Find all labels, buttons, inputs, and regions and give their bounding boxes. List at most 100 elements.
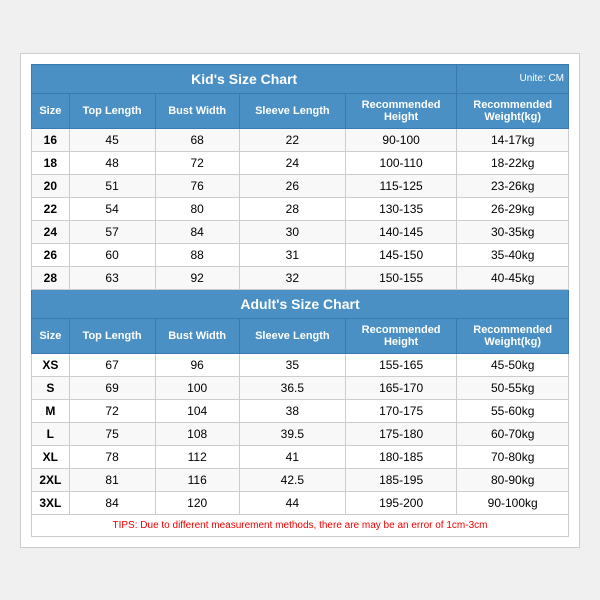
data-cell: 100 (155, 376, 239, 399)
data-cell: 104 (155, 399, 239, 422)
kids-header-rec-weight: RecommendedWeight(kg) (457, 93, 569, 128)
data-cell: 72 (155, 151, 239, 174)
adults-section-header: Adult's Size Chart (32, 289, 569, 318)
data-cell: 115-125 (345, 174, 457, 197)
data-cell: 26 (239, 174, 345, 197)
size-cell: 28 (32, 266, 70, 289)
data-cell: 80 (155, 197, 239, 220)
adults-title: Adult's Size Chart (32, 289, 569, 318)
data-cell: 26-29kg (457, 197, 569, 220)
data-cell: 68 (155, 128, 239, 151)
size-cell: 24 (32, 220, 70, 243)
table-row: 26 60 88 31 145-150 35-40kg (32, 243, 569, 266)
size-cell: 16 (32, 128, 70, 151)
size-cell: L (32, 422, 70, 445)
table-row: 18 48 72 24 100-110 18-22kg (32, 151, 569, 174)
table-row: XL 78 112 41 180-185 70-80kg (32, 445, 569, 468)
table-row: 22 54 80 28 130-135 26-29kg (32, 197, 569, 220)
data-cell: 84 (155, 220, 239, 243)
data-cell: 76 (155, 174, 239, 197)
table-row: M 72 104 38 170-175 55-60kg (32, 399, 569, 422)
data-cell: 22 (239, 128, 345, 151)
size-cell: 2XL (32, 468, 70, 491)
size-chart-table: Kid's Size Chart Unite: CM Size Top Leng… (31, 64, 569, 537)
data-cell: 24 (239, 151, 345, 174)
table-row: XS 67 96 35 155-165 45-50kg (32, 353, 569, 376)
data-cell: 14-17kg (457, 128, 569, 151)
table-row: 28 63 92 32 150-155 40-45kg (32, 266, 569, 289)
size-cell: 22 (32, 197, 70, 220)
data-cell: 57 (69, 220, 155, 243)
data-cell: 41 (239, 445, 345, 468)
data-cell: 31 (239, 243, 345, 266)
table-row: 20 51 76 26 115-125 23-26kg (32, 174, 569, 197)
data-cell: 180-185 (345, 445, 457, 468)
data-cell: 36.5 (239, 376, 345, 399)
chart-container: Kid's Size Chart Unite: CM Size Top Leng… (20, 53, 580, 548)
data-cell: 48 (69, 151, 155, 174)
data-cell: 44 (239, 491, 345, 514)
data-cell: 38 (239, 399, 345, 422)
table-row: 3XL 84 120 44 195-200 90-100kg (32, 491, 569, 514)
adults-header-sleeve-length: Sleeve Length (239, 318, 345, 353)
adults-header-top-length: Top Length (69, 318, 155, 353)
tips-text: TIPS: Due to different measurement metho… (32, 514, 569, 536)
table-row: L 75 108 39.5 175-180 60-70kg (32, 422, 569, 445)
data-cell: 32 (239, 266, 345, 289)
data-cell: 18-22kg (457, 151, 569, 174)
data-cell: 195-200 (345, 491, 457, 514)
data-cell: 165-170 (345, 376, 457, 399)
data-cell: 35 (239, 353, 345, 376)
data-cell: 120 (155, 491, 239, 514)
data-cell: 145-150 (345, 243, 457, 266)
data-cell: 30-35kg (457, 220, 569, 243)
data-cell: 185-195 (345, 468, 457, 491)
data-cell: 45-50kg (457, 353, 569, 376)
adults-header-bust-width: Bust Width (155, 318, 239, 353)
data-cell: 30 (239, 220, 345, 243)
size-cell: 20 (32, 174, 70, 197)
data-cell: 96 (155, 353, 239, 376)
adults-header-rec-height: RecommendedHeight (345, 318, 457, 353)
size-cell: 3XL (32, 491, 70, 514)
data-cell: 70-80kg (457, 445, 569, 468)
data-cell: 60 (69, 243, 155, 266)
data-cell: 80-90kg (457, 468, 569, 491)
data-cell: 23-26kg (457, 174, 569, 197)
table-row: 24 57 84 30 140-145 30-35kg (32, 220, 569, 243)
data-cell: 140-145 (345, 220, 457, 243)
size-cell: XL (32, 445, 70, 468)
data-cell: 35-40kg (457, 243, 569, 266)
data-cell: 84 (69, 491, 155, 514)
adults-col-header: Size Top Length Bust Width Sleeve Length… (32, 318, 569, 353)
data-cell: 90-100kg (457, 491, 569, 514)
data-cell: 50-55kg (457, 376, 569, 399)
data-cell: 69 (69, 376, 155, 399)
data-cell: 39.5 (239, 422, 345, 445)
data-cell: 175-180 (345, 422, 457, 445)
data-cell: 51 (69, 174, 155, 197)
table-row: 16 45 68 22 90-100 14-17kg (32, 128, 569, 151)
data-cell: 60-70kg (457, 422, 569, 445)
data-cell: 88 (155, 243, 239, 266)
data-cell: 42.5 (239, 468, 345, 491)
kids-title: Kid's Size Chart (32, 64, 457, 93)
data-cell: 45 (69, 128, 155, 151)
adults-header-rec-weight: RecommendedWeight(kg) (457, 318, 569, 353)
tips-row: TIPS: Due to different measurement metho… (32, 514, 569, 536)
data-cell: 81 (69, 468, 155, 491)
kids-col-header: Size Top Length Bust Width Sleeve Length… (32, 93, 569, 128)
data-cell: 55-60kg (457, 399, 569, 422)
data-cell: 100-110 (345, 151, 457, 174)
table-row: 2XL 81 116 42.5 185-195 80-90kg (32, 468, 569, 491)
data-cell: 40-45kg (457, 266, 569, 289)
table-row: S 69 100 36.5 165-170 50-55kg (32, 376, 569, 399)
kids-header-rec-height: RecommendedHeight (345, 93, 457, 128)
data-cell: 170-175 (345, 399, 457, 422)
data-cell: 28 (239, 197, 345, 220)
kids-header-sleeve-length: Sleeve Length (239, 93, 345, 128)
data-cell: 90-100 (345, 128, 457, 151)
unit-label: Unite: CM (457, 64, 569, 93)
size-cell: S (32, 376, 70, 399)
kids-header-bust-width: Bust Width (155, 93, 239, 128)
